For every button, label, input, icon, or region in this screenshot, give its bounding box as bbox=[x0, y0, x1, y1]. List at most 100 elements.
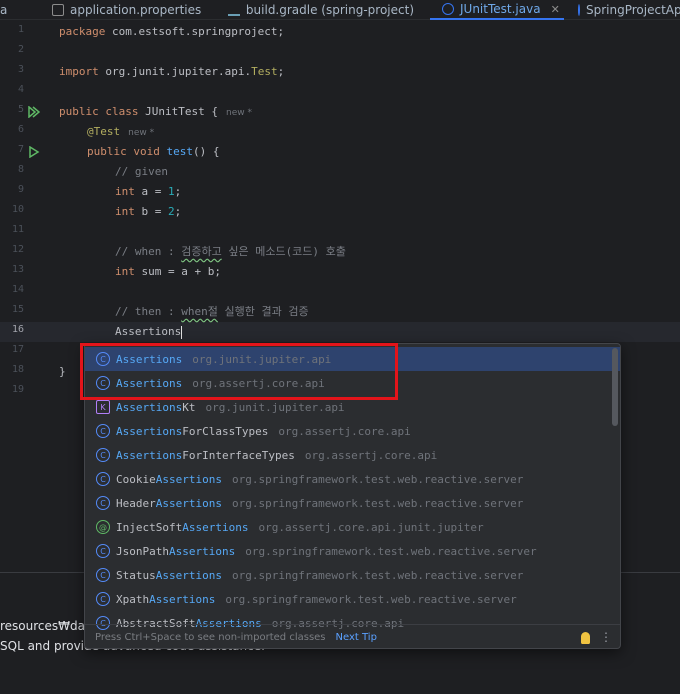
close-icon[interactable]: ✕ bbox=[551, 3, 560, 16]
class-icon: C bbox=[96, 592, 110, 606]
code-line-7: public void test() { bbox=[87, 145, 220, 158]
code-line-6: @Test new * bbox=[87, 125, 155, 138]
tab-build-gradle[interactable]: build.gradle (spring-project) bbox=[228, 0, 414, 20]
code-line-8: // given bbox=[115, 165, 168, 178]
completion-name-part: Assertions bbox=[155, 472, 222, 486]
java-class-icon bbox=[442, 3, 454, 15]
tab-application-properties[interactable]: application.properties bbox=[52, 0, 202, 20]
current-line-highlight bbox=[0, 322, 680, 342]
completion-item[interactable]: C Header Assertions org.springframework.tes… bbox=[85, 491, 620, 515]
code-line-16[interactable]: Assertions bbox=[115, 322, 183, 342]
completion-name-part: Assertions bbox=[116, 424, 183, 438]
code-line-5: public class JUnitTest {new * bbox=[59, 105, 252, 118]
line-number: 10 bbox=[11, 204, 24, 215]
completion-item[interactable]: C Xpath Assertions org.springframework.test… bbox=[85, 587, 620, 611]
completion-item[interactable]: C Assertions ForClassTypes org.assertj.core… bbox=[85, 419, 620, 443]
tab-label: JUnitTest.java bbox=[460, 2, 541, 16]
completion-item[interactable]: C Cookie Assertions org.springframework.tes… bbox=[85, 467, 620, 491]
code-line-15: // then : when절 실행한 결과 검증 bbox=[115, 305, 309, 318]
java-class-icon bbox=[578, 4, 580, 16]
completion-package: org.springframework.test.web.reactive.se… bbox=[231, 496, 524, 510]
code-line-10: int b = 2; bbox=[115, 205, 182, 218]
class-icon: C bbox=[96, 496, 110, 510]
line-number: 9 bbox=[17, 184, 24, 195]
class-icon: C bbox=[96, 568, 110, 582]
run-test-icon[interactable] bbox=[28, 146, 40, 158]
completion-package: org.assertj.core.api bbox=[304, 448, 438, 462]
line-number: 4 bbox=[17, 84, 24, 95]
code-line-12: // when : 검증하고 싶은 메소드(코드) 호출 bbox=[115, 245, 346, 258]
line-number: 16 bbox=[11, 324, 24, 335]
properties-file-icon bbox=[52, 4, 64, 16]
line-number: 12 bbox=[11, 244, 24, 255]
completion-name-part: JsonPath bbox=[116, 544, 169, 558]
line-number: 6 bbox=[17, 124, 24, 135]
line-number: 3 bbox=[17, 64, 24, 75]
next-tip-link[interactable]: Next Tip bbox=[336, 632, 377, 643]
class-icon: C bbox=[96, 448, 110, 462]
completion-name-part: Kt bbox=[182, 400, 196, 414]
author-hint[interactable]: new * bbox=[128, 128, 154, 138]
completion-name-part: Assertions bbox=[155, 568, 222, 582]
line-number: 1 bbox=[17, 24, 24, 35]
completion-package: org.springframework.test.web.reactive.se… bbox=[231, 568, 524, 582]
tab-junittest-java[interactable]: JUnitTest.java ✕ bbox=[430, 0, 564, 20]
highlight-annotation-box bbox=[80, 343, 398, 400]
tab-fragment[interactable]: a bbox=[0, 0, 14, 20]
completion-package: org.assertj.core.api bbox=[278, 424, 411, 438]
code-line-9: int a = 1; bbox=[115, 185, 182, 198]
tab-label: SpringProjectAp bbox=[586, 3, 680, 17]
completion-name-part: ForClassTypes bbox=[182, 424, 269, 438]
completion-name-part: Assertions bbox=[116, 448, 183, 462]
completion-name-part: Assertions bbox=[155, 496, 222, 510]
line-number: 5 bbox=[17, 104, 24, 115]
completion-name-part: Assertions bbox=[149, 592, 216, 606]
class-icon: C bbox=[96, 472, 110, 486]
completion-package: org.springframework.test.web.reactive.se… bbox=[225, 592, 517, 606]
tab-springprojectapplication[interactable]: SpringProjectAp bbox=[578, 0, 680, 20]
completion-item[interactable]: C Status Assertions org.springframework.tes… bbox=[85, 563, 620, 587]
completion-hint-text: Press Ctrl+Space to see non-imported cla… bbox=[95, 632, 326, 643]
panel-text-line1: resources₩dat bbox=[0, 619, 90, 633]
more-options-icon[interactable]: ⋮ bbox=[600, 630, 612, 644]
completion-footer: Press Ctrl+Space to see non-imported cla… bbox=[85, 624, 620, 648]
completion-name-part: Cookie bbox=[116, 472, 156, 486]
line-number: 8 bbox=[17, 164, 24, 175]
code-line-13: int sum = a + b; bbox=[115, 265, 221, 278]
completion-name-part: ForInterfaceTypes bbox=[182, 448, 295, 462]
completion-item[interactable]: @ InjectSoft Assertions org.assertj.core.ap… bbox=[85, 515, 620, 539]
line-number: 11 bbox=[11, 224, 24, 235]
tab-fragment-label: a bbox=[0, 3, 8, 17]
line-number: 15 bbox=[11, 304, 24, 315]
gradle-icon bbox=[228, 4, 240, 16]
code-line-3: import org.junit.jupiter.api.Test; bbox=[59, 65, 285, 78]
completion-name-part: Xpath bbox=[116, 592, 150, 606]
line-number: 19 bbox=[11, 384, 24, 395]
completion-item[interactable]: C Assertions ForInterfaceTypes org.assertj.… bbox=[85, 443, 620, 467]
line-number: 7 bbox=[17, 144, 24, 155]
kotlin-file-icon: K bbox=[96, 400, 110, 414]
text-caret bbox=[181, 325, 183, 339]
editor-tab-bar: a application.properties build.gradle (s… bbox=[0, 0, 680, 20]
scrollbar-thumb[interactable] bbox=[612, 348, 618, 426]
code-line-1: package com.estsoft.springproject; bbox=[59, 25, 285, 38]
completion-package: org.springframework.test.web.reactive.se… bbox=[231, 472, 524, 486]
lightbulb-icon[interactable] bbox=[581, 632, 590, 644]
completion-item[interactable]: C JsonPath Assertions org.springframework.t… bbox=[85, 539, 620, 563]
author-hint[interactable]: new * bbox=[226, 108, 252, 118]
completion-name-part: InjectSoft bbox=[116, 520, 183, 534]
tab-label: build.gradle (spring-project) bbox=[245, 3, 414, 17]
tab-label: application.properties bbox=[70, 3, 202, 17]
annotation-icon: @ bbox=[96, 520, 110, 534]
code-line-18: } bbox=[59, 365, 66, 378]
completion-package: org.junit.jupiter.api bbox=[205, 400, 345, 414]
completion-name-part: Status bbox=[116, 568, 156, 582]
line-number: 18 bbox=[11, 364, 24, 375]
run-class-icon[interactable] bbox=[28, 106, 40, 118]
line-number: 2 bbox=[17, 44, 24, 55]
class-icon: C bbox=[96, 544, 110, 558]
completion-name-part: Assertions bbox=[116, 400, 183, 414]
line-number: 14 bbox=[11, 284, 24, 295]
line-number: 17 bbox=[11, 344, 24, 355]
line-number: 13 bbox=[11, 264, 24, 275]
